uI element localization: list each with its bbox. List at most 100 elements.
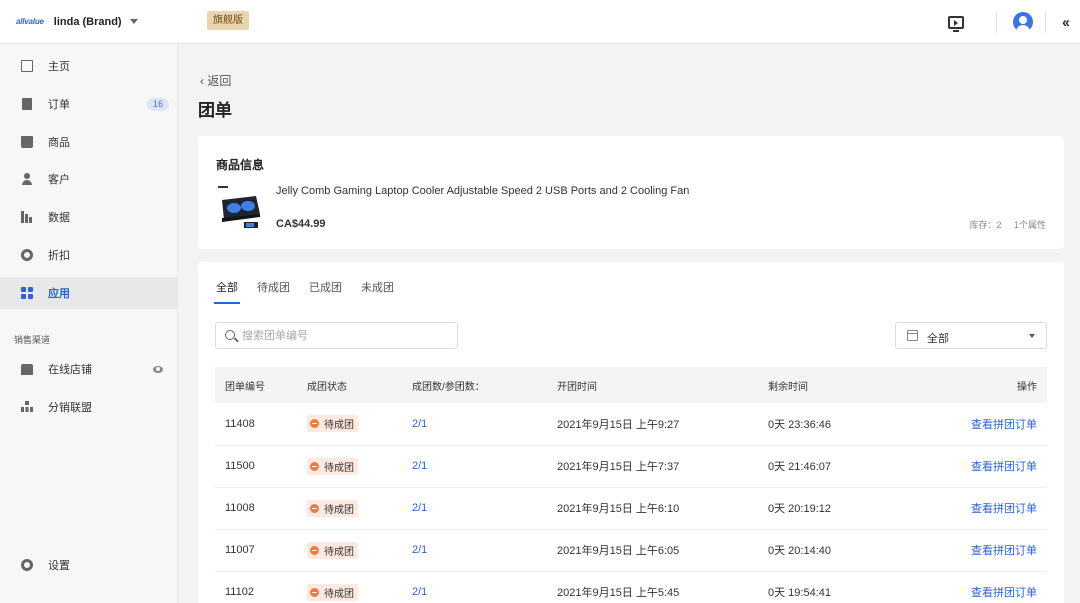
- sidebar-item-affiliate[interactable]: 分销联盟: [0, 391, 177, 423]
- column-header-count: 成团数/参团数：: [412, 381, 485, 393]
- back-label: 返回: [207, 74, 232, 88]
- sidebar-item-settings[interactable]: 设置: [0, 549, 177, 581]
- stock-count: 库存：2: [969, 220, 1002, 230]
- tab-all[interactable]: 全部: [214, 279, 240, 304]
- collapse-icon[interactable]: ‹‹: [1062, 14, 1070, 31]
- status-text: 待成团: [324, 462, 354, 474]
- table-row: 11007 待成团 2/1 2021年9月15日 上午6:05 0天 20:14…: [215, 529, 1047, 571]
- plan-badge: 旗舰版: [207, 11, 249, 30]
- chevron-down-icon[interactable]: [129, 19, 138, 24]
- status-tabs: 全部 待成团 已成团 未成团: [214, 279, 413, 304]
- group-order-table: 团单编号 成团状态 成团数/参团数： 开团时间 剩余时间 操作 11408 待成…: [215, 367, 1047, 603]
- tab-pending[interactable]: 待成团: [257, 279, 290, 304]
- order-id: 11408: [225, 417, 255, 430]
- divider: [1045, 11, 1046, 33]
- table-row: 11408 待成团 2/1 2021年9月15日 上午9:27 0天 23:36…: [215, 403, 1047, 445]
- affiliate-icon: [21, 401, 33, 413]
- member-count-link[interactable]: 2/1: [412, 418, 427, 430]
- sales-channels-heading: 销售渠道: [14, 335, 51, 345]
- sidebar-item-products[interactable]: 商品: [0, 126, 177, 158]
- sidebar-item-analytics[interactable]: 数据: [0, 201, 177, 233]
- divider: [996, 11, 997, 33]
- calendar-icon: [907, 330, 918, 341]
- sidebar-item-label: 在线店铺: [48, 364, 92, 376]
- status-badge: 待成团: [307, 583, 358, 601]
- top-bar: allvalue linda (Brand) 旗舰版 ‹‹: [0, 0, 1080, 44]
- attribute-count: 1个属性: [1013, 220, 1046, 230]
- member-count-link[interactable]: 2/1: [412, 502, 427, 514]
- user-avatar-icon[interactable]: [1013, 12, 1033, 32]
- product-meta: 库存：2 1个属性: [959, 218, 1046, 231]
- view-group-orders-link[interactable]: 查看拼团订单: [971, 503, 1037, 515]
- sidebar-item-online-store[interactable]: 在线店铺: [0, 353, 177, 385]
- sidebar-item-orders[interactable]: 订单 16: [0, 88, 177, 120]
- product-info-card: 商品信息 Jelly Comb Gaming Laptop Cooler Adj…: [198, 136, 1064, 249]
- tutorial-video-icon[interactable]: [948, 15, 964, 32]
- discount-icon: [21, 249, 33, 261]
- settings-gear-icon: [21, 559, 33, 571]
- sidebar-item-label: 客户: [48, 174, 70, 186]
- status-text: 待成团: [324, 504, 354, 516]
- status-text: 待成团: [324, 546, 354, 558]
- column-header-remaining: 剩余时间: [768, 381, 808, 393]
- pending-status-icon: [310, 503, 319, 513]
- view-group-orders-link[interactable]: 查看拼团订单: [971, 461, 1037, 473]
- order-id: 11500: [225, 460, 255, 472]
- sidebar-item-discounts[interactable]: 折扣: [0, 239, 177, 271]
- order-id: 11102: [225, 586, 254, 598]
- search-icon: [225, 330, 235, 340]
- order-id: 11008: [225, 502, 255, 514]
- status-badge: 待成团: [307, 415, 358, 433]
- home-icon: [21, 60, 33, 72]
- sidebar-item-label: 数据: [48, 212, 70, 224]
- remaining-time: 0天 21:46:07: [768, 461, 831, 473]
- status-badge: 待成团: [307, 457, 358, 475]
- chevron-down-icon: [1029, 334, 1035, 338]
- apps-icon: [21, 287, 33, 299]
- remaining-time: 0天 20:14:40: [768, 545, 831, 557]
- pending-status-icon: [310, 545, 319, 555]
- sidebar-item-customers[interactable]: 客户: [0, 163, 177, 195]
- store-switcher[interactable]: linda (Brand): [54, 16, 122, 28]
- status-text: 待成团: [324, 588, 354, 600]
- view-group-orders-link[interactable]: 查看拼团订单: [971, 545, 1037, 557]
- sidebar-item-label: 订单: [48, 99, 70, 111]
- eye-icon[interactable]: [153, 365, 163, 373]
- date-filter-value: 全部: [927, 333, 949, 345]
- order-count-badge: 16: [146, 97, 169, 111]
- table-header-row: 团单编号 成团状态 成团数/参团数： 开团时间 剩余时间 操作: [215, 367, 1047, 403]
- sidebar-item-apps[interactable]: 应用: [0, 277, 177, 309]
- tab-completed[interactable]: 已成团: [309, 279, 342, 304]
- product-price: CA$44.99: [276, 218, 326, 230]
- view-group-orders-link[interactable]: 查看拼团订单: [971, 419, 1037, 431]
- sidebar-item-label: 商品: [48, 137, 70, 149]
- customer-icon: [21, 173, 33, 185]
- product-icon: [21, 136, 33, 148]
- date-filter-select[interactable]: 全部: [895, 322, 1047, 349]
- back-link[interactable]: ‹ 返回: [200, 72, 231, 89]
- pending-status-icon: [310, 419, 319, 429]
- open-time: 2021年9月15日 上午6:10: [557, 503, 680, 515]
- search-input[interactable]: [242, 328, 442, 344]
- member-count-link[interactable]: 2/1: [412, 586, 427, 598]
- top-actions: ‹‹: [948, 0, 1080, 44]
- sidebar-item-label: 折扣: [48, 250, 70, 262]
- remaining-time: 0天 19:54:41: [768, 587, 831, 599]
- status-badge: 待成团: [307, 499, 358, 517]
- member-count-link[interactable]: 2/1: [412, 460, 427, 472]
- member-count-link[interactable]: 2/1: [412, 544, 427, 556]
- column-header-id: 团单编号: [225, 381, 265, 393]
- store-icon: [21, 363, 33, 375]
- status-text: 待成团: [324, 420, 354, 432]
- view-group-orders-link[interactable]: 查看拼团订单: [971, 587, 1037, 599]
- table-row: 11008 待成团 2/1 2021年9月15日 上午6:10 0天 20:19…: [215, 487, 1047, 529]
- sidebar-item-label: 设置: [48, 560, 70, 572]
- order-id: 11007: [225, 544, 255, 556]
- pending-status-icon: [310, 587, 319, 597]
- sidebar-item-home[interactable]: 主页: [0, 50, 177, 82]
- tab-failed[interactable]: 未成团: [361, 279, 394, 304]
- product-image[interactable]: [216, 184, 262, 232]
- page-title: 团单: [198, 101, 232, 120]
- search-box: [215, 322, 458, 349]
- brand-logo[interactable]: allvalue: [16, 17, 44, 26]
